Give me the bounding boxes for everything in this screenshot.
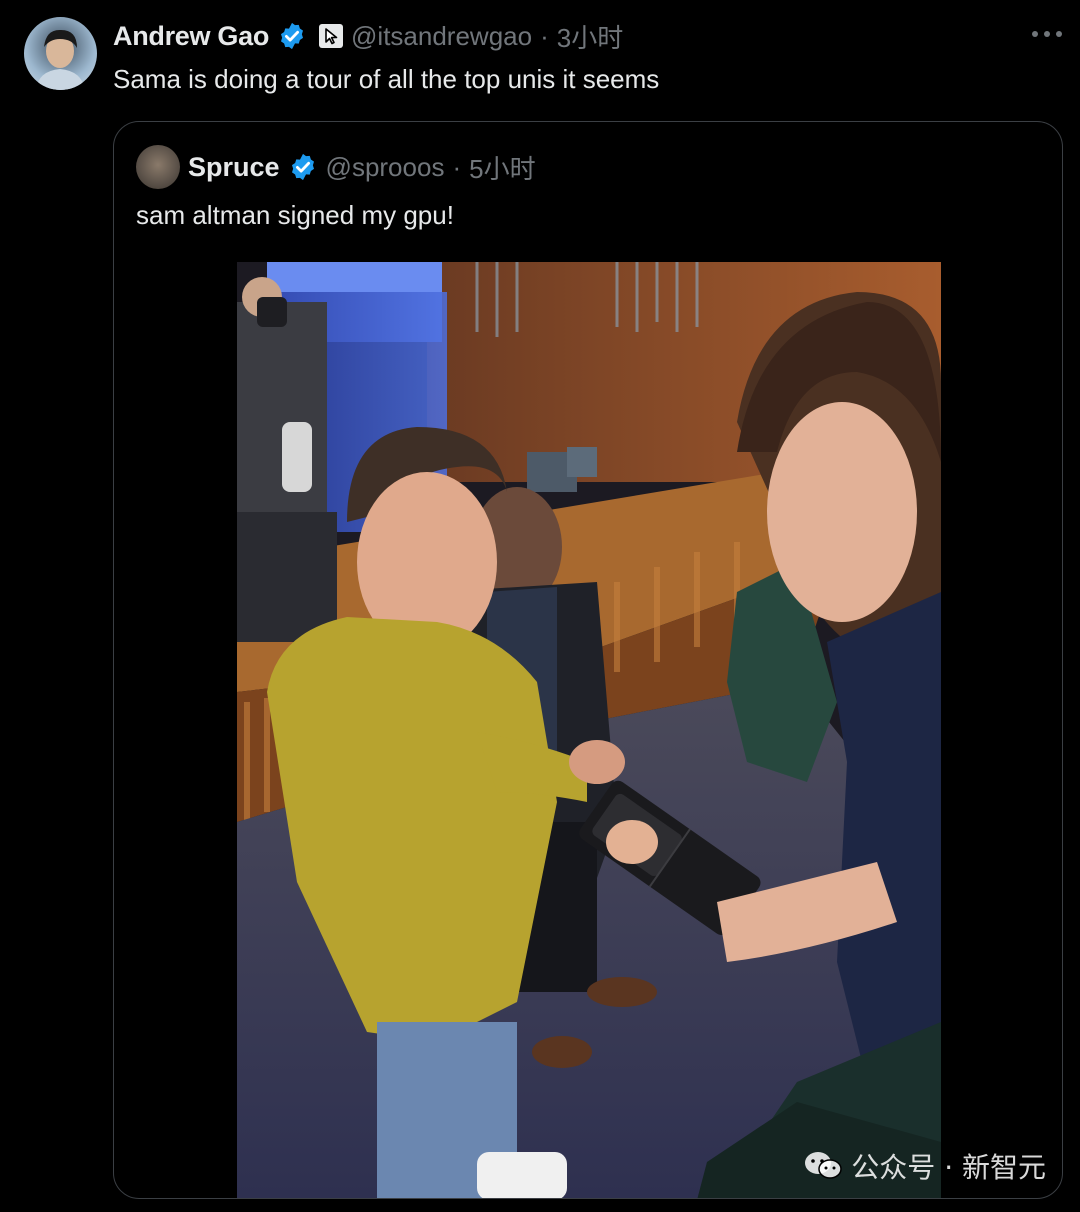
quoted-tweet[interactable]: Spruce @sprooos · 5小时 sam altman signed … [113,121,1063,1199]
tweet-header: Andrew Gao @itsandrewgao · 3小时 [113,18,623,54]
wechat-icon [805,1152,843,1179]
author-avatar[interactable] [24,17,97,90]
separator-dot: · [540,20,549,51]
quoted-author-avatar[interactable] [136,145,180,189]
tweet-text: Sama is doing a tour of all the top unis… [113,64,660,94]
tweet-photo[interactable] [237,262,941,1198]
tweet[interactable]: Andrew Gao @itsandrewgao · 3小时 Sama is d… [0,0,1080,1212]
quoted-tweet-header: Spruce @sprooos · 5小时 [136,144,536,190]
author-handle[interactable]: @itsandrewgao [351,21,532,52]
quoted-author-handle[interactable]: @sprooos [326,152,445,183]
separator-dot: · [452,151,462,182]
watermark-text: 公众号 · 新智元 [851,1151,1046,1184]
verified-badge-icon [288,152,318,182]
cursor-icon [319,24,344,48]
more-dots-icon[interactable] [1032,22,1062,46]
quoted-author-name[interactable]: Spruce [188,152,280,183]
tweet-timestamp[interactable]: 3小时 [557,18,623,55]
verified-badge-icon [277,21,307,51]
watermark: 公众号 · 新智元 [803,1146,1046,1186]
author-name[interactable]: Andrew Gao [113,21,269,52]
quoted-tweet-timestamp[interactable]: 5小时 [469,149,535,186]
quoted-tweet-text: sam altman signed my gpu! [136,200,454,230]
